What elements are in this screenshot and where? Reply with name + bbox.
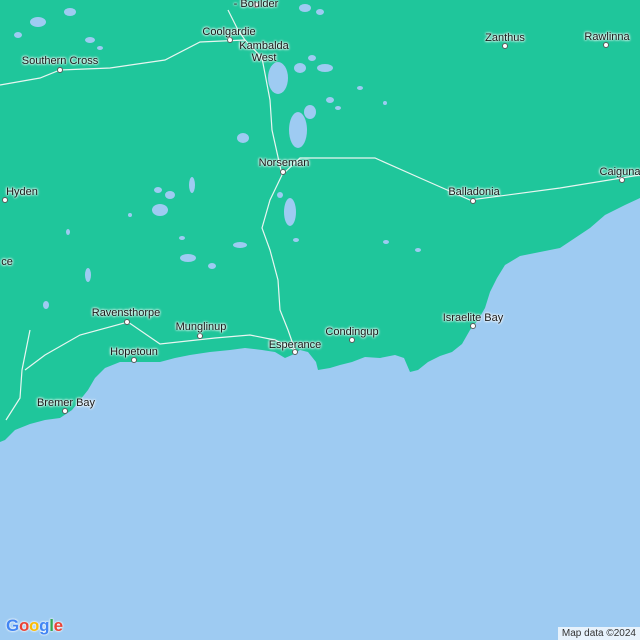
logo-letter: e (53, 616, 63, 635)
map-attribution[interactable]: Map data ©2024 (557, 627, 640, 640)
place-label-bremer-bay[interactable]: Bremer Bay (37, 397, 95, 409)
place-label-israelite-bay[interactable]: Israelite Bay (443, 312, 504, 324)
place-label-hopetoun[interactable]: Hopetoun (110, 346, 158, 358)
place-label-caiguna[interactable]: Caiguna (600, 166, 640, 178)
place-label-esperance[interactable]: Esperance (269, 339, 322, 351)
logo-letter: o (18, 616, 30, 635)
place-label-coolgardie[interactable]: Coolgardie (202, 26, 255, 38)
map-canvas[interactable] (0, 0, 640, 640)
town-dot-southern-cross (57, 67, 63, 73)
town-dot-ravensthorpe (124, 319, 130, 325)
place-label-kambalda-west[interactable]: Kambalda West (239, 40, 289, 64)
place-label-lake-grace[interactable]: ce (1, 256, 13, 268)
town-dot-norseman (280, 169, 286, 175)
logo-letter: o (29, 616, 40, 635)
google-logo[interactable]: Google (6, 616, 63, 636)
logo-letter: G (6, 616, 19, 635)
place-label-rawlinna[interactable]: Rawlinna (584, 31, 629, 43)
place-label-norseman[interactable]: Norseman (259, 157, 310, 169)
place-label-kalgoorlie[interactable]: Kalgoorlie - Boulder (232, 0, 281, 10)
place-label-condingup[interactable]: Condingup (325, 326, 378, 338)
town-dot-munglinup (197, 333, 203, 339)
place-label-southern-cross[interactable]: Southern Cross (22, 55, 98, 67)
place-label-hyden[interactable]: Hyden (6, 186, 38, 198)
place-label-zanthus[interactable]: Zanthus (485, 32, 525, 44)
logo-letter: g (39, 616, 50, 635)
place-label-balladonia[interactable]: Balladonia (448, 186, 499, 198)
place-label-munglinup[interactable]: Munglinup (176, 321, 227, 333)
town-dot-balladonia (470, 198, 476, 204)
place-label-ravensthorpe[interactable]: Ravensthorpe (92, 307, 161, 319)
